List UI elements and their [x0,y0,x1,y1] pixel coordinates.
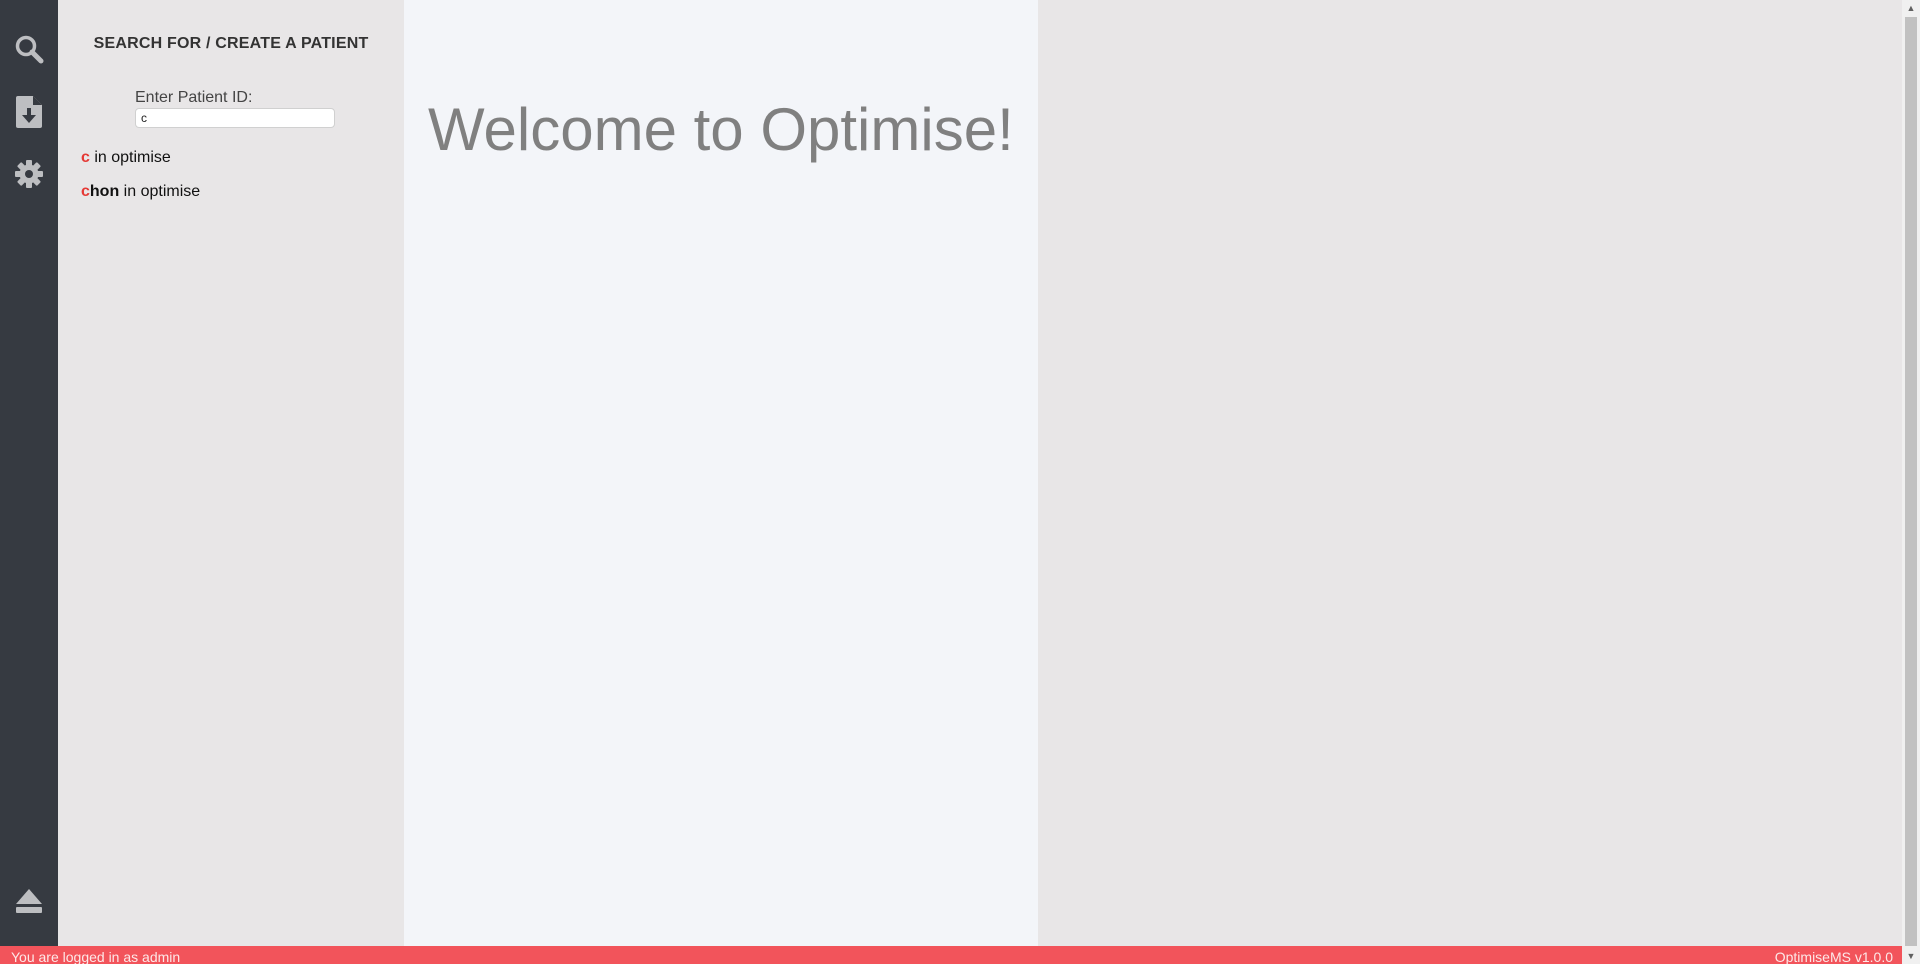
result-rest-text: hon [89,183,120,200]
app-window: SEARCH FOR / CREATE A PATIENT Enter Pati… [0,0,1920,964]
panel-title: SEARCH FOR / CREATE A PATIENT [93,35,369,52]
gear-icon[interactable] [13,158,45,190]
eject-icon[interactable] [13,885,45,917]
icon-sidebar [0,0,58,946]
status-bar: You are logged in as admin OptimiseMS v1… [0,946,1902,964]
search-result-item[interactable]: c in optimise [81,148,200,182]
result-match-text: c [81,183,90,200]
vertical-scrollbar[interactable]: ▲ ▼ [1902,0,1920,964]
search-icon[interactable] [13,33,45,65]
search-results: c in optimise chon in optimise [81,148,200,216]
result-suffix-text: in optimise [119,183,201,200]
result-suffix-text: in optimise [89,149,171,166]
version-label: OptimiseMS v1.0.0 [1774,949,1893,964]
login-status: You are logged in as admin [11,949,181,964]
patient-id-input[interactable] [135,108,335,128]
export-icon[interactable] [13,96,45,128]
patient-id-label: Enter Patient ID: [135,89,253,106]
main-panel: Welcome to Optimise! [404,0,1038,946]
detail-panel [1038,0,1902,946]
scroll-up-arrow-icon[interactable]: ▲ [1902,0,1920,16]
welcome-heading: Welcome to Optimise! [428,96,1014,163]
scroll-down-arrow-icon[interactable]: ▼ [1902,948,1920,964]
result-match-text: c [81,149,90,166]
search-result-item[interactable]: chon in optimise [81,182,200,216]
search-panel: SEARCH FOR / CREATE A PATIENT Enter Pati… [58,0,404,946]
scrollbar-thumb[interactable] [1905,17,1917,946]
